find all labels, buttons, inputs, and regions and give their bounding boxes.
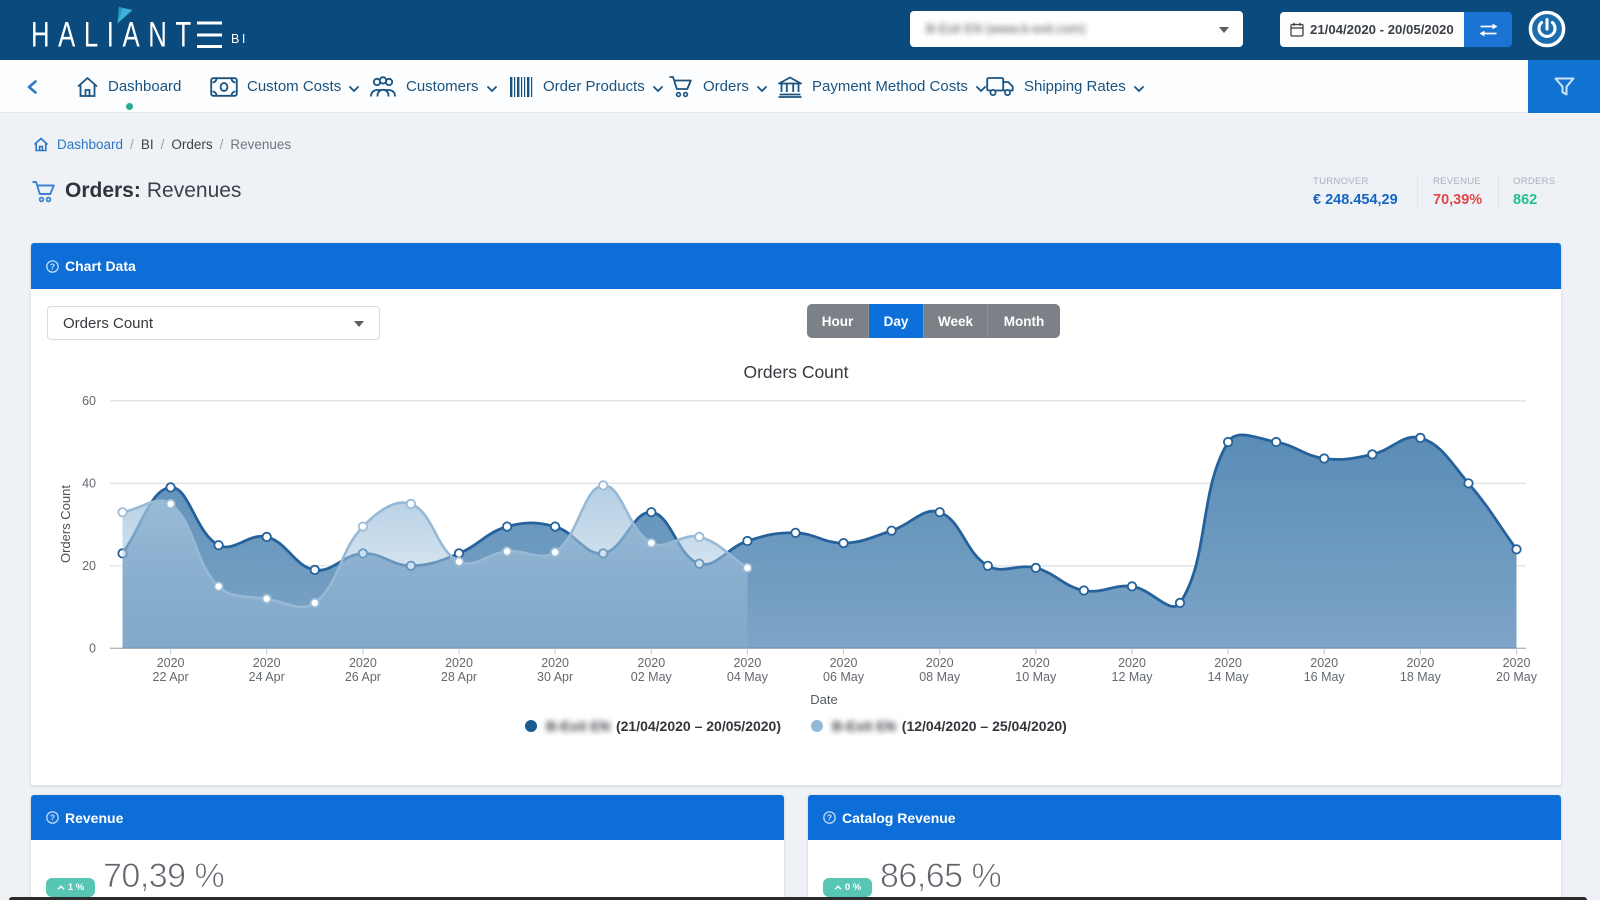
- svg-text:26 Apr: 26 Apr: [345, 670, 381, 684]
- svg-text:12 May: 12 May: [1112, 670, 1154, 684]
- svg-text:20: 20: [82, 559, 96, 573]
- svg-text:2020: 2020: [733, 656, 761, 670]
- svg-text:60: 60: [82, 394, 96, 408]
- svg-text:06 May: 06 May: [823, 670, 865, 684]
- svg-text:Date: Date: [810, 692, 837, 707]
- svg-text:08 May: 08 May: [919, 670, 961, 684]
- svg-text:04 May: 04 May: [727, 670, 769, 684]
- svg-text:2020: 2020: [1503, 656, 1531, 670]
- svg-text:40: 40: [82, 476, 96, 490]
- svg-text:10 May: 10 May: [1015, 670, 1057, 684]
- svg-text:2020: 2020: [926, 656, 954, 670]
- svg-text:18 May: 18 May: [1400, 670, 1442, 684]
- svg-text:2020: 2020: [1214, 656, 1242, 670]
- svg-text:2020: 2020: [1118, 656, 1146, 670]
- svg-text:16 May: 16 May: [1304, 670, 1346, 684]
- svg-text:2020: 2020: [157, 656, 185, 670]
- svg-text:2020: 2020: [1022, 656, 1050, 670]
- svg-text:?: ?: [827, 813, 832, 823]
- svg-text:0: 0: [89, 641, 96, 655]
- svg-text:2020: 2020: [1406, 656, 1434, 670]
- svg-text:2020: 2020: [637, 656, 665, 670]
- svg-text:Orders Count: Orders Count: [743, 362, 848, 382]
- svg-text:02 May: 02 May: [631, 670, 673, 684]
- svg-text:2020: 2020: [541, 656, 569, 670]
- svg-text:22 Apr: 22 Apr: [153, 670, 189, 684]
- svg-text:14 May: 14 May: [1208, 670, 1250, 684]
- svg-text:28 Apr: 28 Apr: [441, 670, 477, 684]
- svg-text:30 Apr: 30 Apr: [537, 670, 573, 684]
- svg-text:20 May: 20 May: [1496, 670, 1538, 684]
- svg-text:2020: 2020: [253, 656, 281, 670]
- svg-text:Orders Count: Orders Count: [58, 485, 73, 563]
- svg-text:?: ?: [50, 813, 55, 823]
- svg-text:2020: 2020: [830, 656, 858, 670]
- svg-text:2020: 2020: [1310, 656, 1338, 670]
- svg-text:2020: 2020: [349, 656, 377, 670]
- svg-text:2020: 2020: [445, 656, 473, 670]
- svg-text:24 Apr: 24 Apr: [249, 670, 285, 684]
